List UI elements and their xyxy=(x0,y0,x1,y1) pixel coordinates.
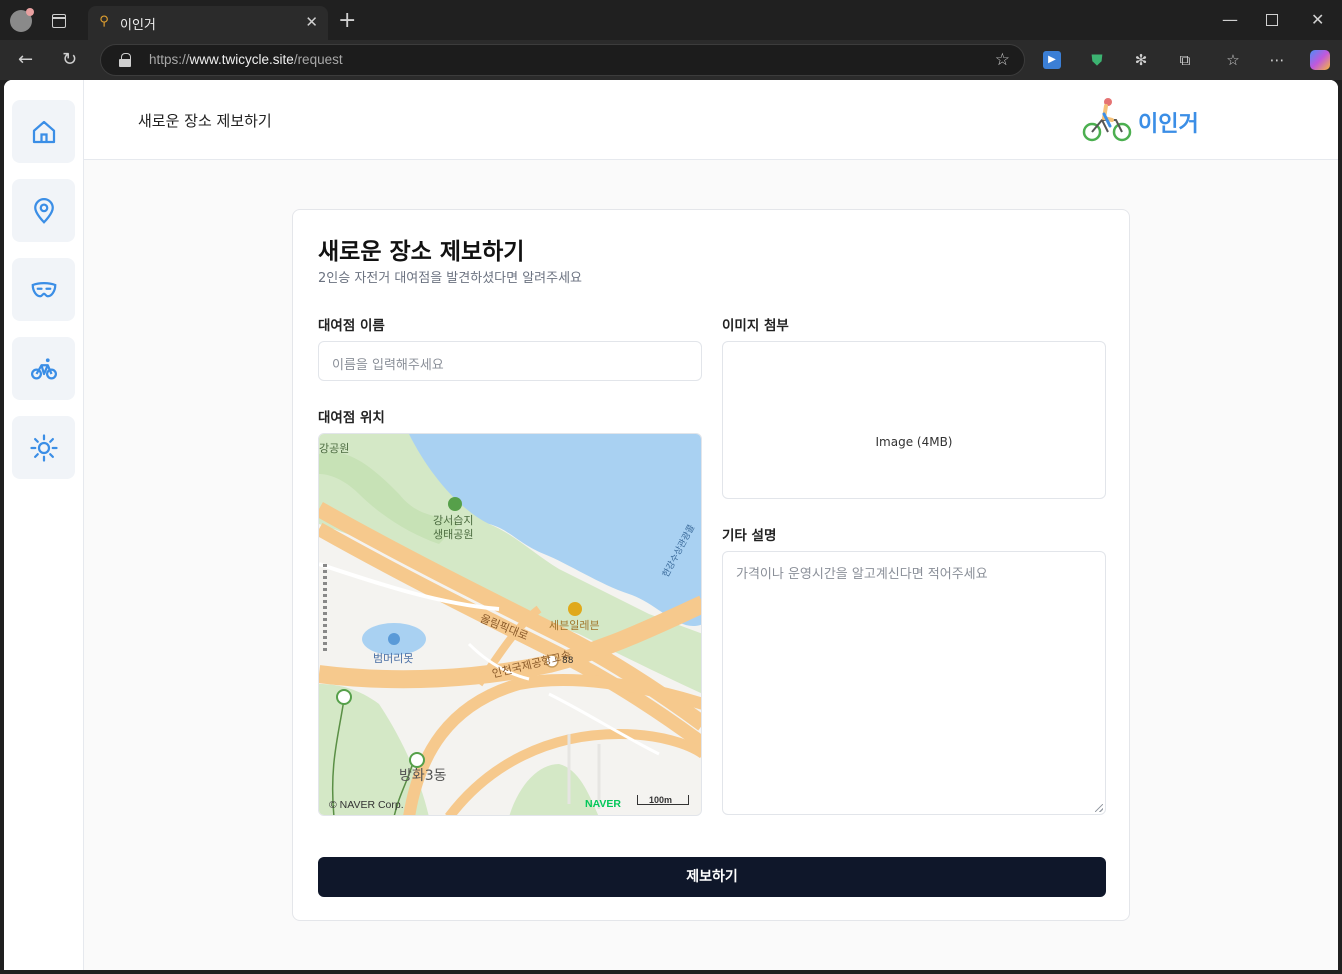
cyclist-logo-icon xyxy=(1082,98,1132,142)
url-text: https://www.twicycle.site/request xyxy=(149,52,343,67)
image-upload[interactable]: Image (4MB) xyxy=(722,341,1106,499)
url-field[interactable]: https://www.twicycle.site/request ☆ xyxy=(100,44,1025,76)
new-tab-icon[interactable]: + xyxy=(338,8,356,34)
image-label: 이미지 첨부 xyxy=(722,318,789,334)
settings-extension-icon[interactable]: ✻ xyxy=(1131,50,1151,70)
browser-tab-bar: ⚲ 이인거 ✕ + — ✕ xyxy=(0,0,1342,40)
close-window-icon[interactable]: ✕ xyxy=(1311,10,1324,30)
description-label: 기타 설명 xyxy=(722,528,777,544)
minimize-icon[interactable]: — xyxy=(1222,10,1238,30)
map-label-wetland2: 생태공원 xyxy=(433,528,474,541)
sidebar-item-theme[interactable] xyxy=(12,416,75,479)
sun-icon xyxy=(29,433,58,462)
map-label-route: 88 xyxy=(562,656,574,666)
form-title: 새로운 장소 제보하기 xyxy=(318,239,525,265)
bicycle-favicon-icon: ⚲ xyxy=(99,14,109,29)
header-title: 새로운 장소 제보하기 xyxy=(138,112,272,130)
description-textarea[interactable]: 가격이나 운영시간을 알고계신다면 적어주세요 xyxy=(722,551,1106,815)
refresh-icon[interactable]: ↻ xyxy=(62,49,77,71)
image-upload-text: Image (4MB) xyxy=(875,435,953,449)
close-tab-icon[interactable]: ✕ xyxy=(305,13,318,31)
naver-logo[interactable]: NAVER xyxy=(585,798,621,810)
browser-address-bar: ← ↻ https://www.twicycle.site/request ☆ … xyxy=(0,40,1342,80)
mask-icon xyxy=(31,281,56,297)
form-subtitle: 2인승 자전거 대여점을 발견하셨다면 알려주세요 xyxy=(318,271,583,286)
sidebar-item-mask[interactable] xyxy=(12,258,75,321)
more-icon[interactable]: ⋯ xyxy=(1267,50,1287,70)
tabs-icon[interactable] xyxy=(52,14,66,28)
profile-icon[interactable] xyxy=(10,8,34,32)
map-scale-text: 100m xyxy=(649,795,673,805)
name-input[interactable]: 이름을 입력해주세요 xyxy=(318,341,702,381)
submit-button[interactable]: 제보하기 xyxy=(318,857,1106,897)
shield-extension-icon[interactable]: ⛊ xyxy=(1087,50,1107,70)
location-label: 대여점 위치 xyxy=(318,410,385,426)
name-placeholder: 이름을 입력해주세요 xyxy=(332,358,444,373)
map-label-pond: 범머리못 xyxy=(373,652,414,665)
bicycle-icon xyxy=(30,357,57,379)
media-extension-icon[interactable]: ▶ xyxy=(1043,51,1061,69)
home-icon xyxy=(32,120,55,143)
page-header: 새로운 장소 제보하기 이인거 xyxy=(84,80,1338,160)
location-map[interactable]: 강공원 강서습지 생태공원 세븐일레븐 올림픽대로 범머리못 인천국제공항고속 … xyxy=(318,433,702,816)
lock-icon xyxy=(119,53,131,67)
maximize-icon[interactable] xyxy=(1266,14,1278,26)
favorites-icon[interactable]: ☆ xyxy=(1223,50,1243,70)
resize-handle[interactable] xyxy=(1095,804,1103,812)
app-window: 새로운 장소 제보하기 이인거 새로운 장소 제보하기 2인승 자전거 대여점을… xyxy=(4,80,1338,970)
report-form-card: 새로운 장소 제보하기 2인승 자전거 대여점을 발견하셨다면 알려주세요 대여… xyxy=(292,209,1130,921)
map-label-seven-eleven: 세븐일레븐 xyxy=(549,619,600,632)
map-label-park-edge: 강공원 xyxy=(319,442,350,455)
puzzle-extension-icon[interactable]: ⧉ xyxy=(1175,50,1195,70)
browser-tab[interactable]: ⚲ 이인거 ✕ xyxy=(88,6,328,40)
logo-text: 이인거 xyxy=(1138,112,1199,137)
sidebar-item-location[interactable] xyxy=(12,179,75,242)
tab-title: 이인거 xyxy=(120,18,156,33)
sidebar-item-bicycle[interactable] xyxy=(12,337,75,400)
sidebar xyxy=(4,80,84,970)
copilot-icon[interactable] xyxy=(1310,50,1330,70)
map-copyright: © NAVER Corp. xyxy=(329,799,404,811)
logo[interactable]: 이인거 xyxy=(1080,96,1210,144)
name-label: 대여점 이름 xyxy=(318,318,385,334)
sidebar-item-home[interactable] xyxy=(12,100,75,163)
back-icon[interactable]: ← xyxy=(18,49,33,71)
map-label-dong: 방화3동 xyxy=(399,768,447,784)
star-icon[interactable]: ☆ xyxy=(995,50,1010,70)
description-placeholder: 가격이나 운영시간을 알고계신다면 적어주세요 xyxy=(736,567,988,582)
map-pin-icon xyxy=(33,197,54,224)
main-content: 새로운 장소 제보하기 2인승 자전거 대여점을 발견하셨다면 알려주세요 대여… xyxy=(84,160,1338,970)
